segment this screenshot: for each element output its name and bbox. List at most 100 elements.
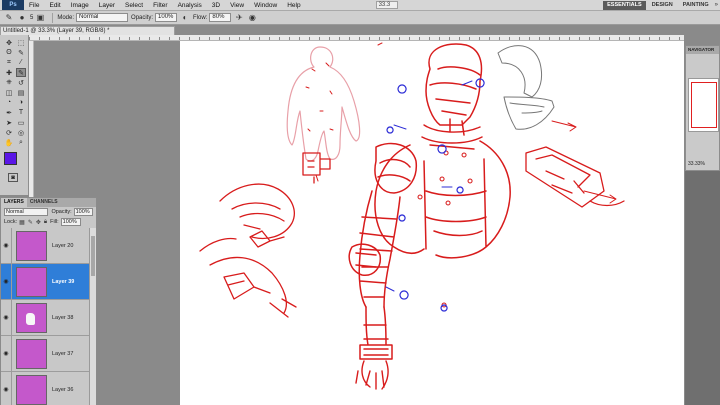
- pressure-size-icon[interactable]: ◉: [247, 13, 257, 23]
- layers-panel-tabs: LAYERS CHANNELS: [1, 198, 96, 207]
- airbrush-icon[interactable]: ✈: [234, 13, 244, 23]
- heal-icon[interactable]: ✚: [4, 68, 14, 77]
- flow-field[interactable]: 80%: [209, 13, 232, 22]
- visibility-eye-icon[interactable]: ◉: [1, 299, 12, 336]
- navigator-view-box[interactable]: [691, 82, 717, 128]
- hand-icon[interactable]: ✋: [4, 138, 14, 147]
- layer-name: Layer 38: [52, 314, 74, 321]
- eraser-icon[interactable]: ◫: [4, 88, 14, 97]
- blend-mode-select[interactable]: Normal: [4, 208, 49, 216]
- visibility-eye-icon[interactable]: ◉: [1, 371, 12, 405]
- quick-select-icon[interactable]: ✎: [16, 48, 26, 57]
- type-icon[interactable]: T: [16, 108, 26, 117]
- 3d-rotate-icon[interactable]: ⟳: [4, 128, 14, 137]
- path-select-icon[interactable]: ➤: [4, 118, 14, 127]
- menu-items: File Edit Image Layer Select Filter Analysis 3D…: [24, 2, 306, 9]
- armored-figure-hand: [355, 360, 389, 390]
- pressure-opacity-icon[interactable]: ◐: [180, 13, 190, 23]
- brush-panel-toggle-icon[interactable]: ▣: [35, 13, 45, 23]
- armored-figure-helmet: [425, 43, 483, 136]
- menu-edit[interactable]: Edit: [44, 2, 65, 9]
- layer-thumbnail: [16, 338, 47, 369]
- layers-scrollbar-thumb[interactable]: [91, 236, 95, 276]
- blur-icon[interactable]: ◔: [4, 98, 14, 107]
- layer-row[interactable]: ◉ Layer 37: [1, 335, 90, 372]
- quick-mask-icon[interactable]: ◙: [8, 173, 18, 182]
- fill-label: Fill:: [50, 219, 59, 225]
- menu-file[interactable]: File: [24, 2, 44, 9]
- tools-grid: ✥ ⬚ ʘ ✎ ⌗ ⁄ ✚ ✎ ⎈ ↺ ◫ ▤ ◔ ◑ ✒ T ➤ ▭ ⟳ ◎ ✋ ⌕: [0, 38, 28, 147]
- layer-name: Layer 20: [52, 242, 74, 249]
- layer-row[interactable]: ◉ Layer 38: [1, 299, 90, 336]
- document-tab[interactable]: Untitled-1 @ 33.3% (Layer 39, RGB/8) *: [0, 26, 175, 35]
- layer-row[interactable]: ◉ Layer 39: [1, 263, 90, 300]
- mode-select[interactable]: Normal: [76, 13, 129, 22]
- fill-field[interactable]: 100%: [60, 218, 81, 226]
- menu-view[interactable]: View: [225, 2, 249, 9]
- layer-thumbnail: [16, 266, 47, 297]
- armored-figure-collar: [421, 124, 483, 150]
- menu-help[interactable]: Help: [282, 2, 305, 9]
- pink-mannequin-sketch: [286, 46, 361, 162]
- tab-layers[interactable]: LAYERS: [1, 198, 27, 207]
- lock-all-icon[interactable]: 🔒︎: [44, 219, 47, 226]
- brush-size-dot-icon[interactable]: ●: [17, 13, 27, 23]
- gradient-icon[interactable]: ▤: [16, 88, 26, 97]
- workspace-design[interactable]: DESIGN: [648, 1, 677, 10]
- menu-filter[interactable]: Filter: [148, 2, 172, 9]
- workspace-painting[interactable]: PAINTING: [679, 1, 713, 10]
- brush-size-value: 5: [30, 14, 34, 21]
- menu-window[interactable]: Window: [249, 2, 282, 9]
- tab-channels[interactable]: CHANNELS: [27, 198, 61, 207]
- visibility-eye-icon[interactable]: ◉: [1, 228, 12, 264]
- dodge-icon[interactable]: ◑: [16, 98, 26, 107]
- navigator-zoom-value[interactable]: 33.33%: [688, 161, 705, 167]
- visibility-eye-icon[interactable]: ◉: [1, 335, 12, 372]
- menu-image[interactable]: Image: [66, 2, 94, 9]
- menu-analysis[interactable]: Analysis: [173, 2, 207, 9]
- menu-3d[interactable]: 3D: [207, 2, 225, 9]
- menu-layer[interactable]: Layer: [94, 2, 120, 9]
- opacity-label: Opacity:: [131, 14, 154, 21]
- marquee-icon[interactable]: ⬚: [16, 38, 26, 47]
- visibility-eye-icon[interactable]: ◉: [1, 263, 12, 300]
- blend-row: Normal Opacity: 100%: [1, 207, 96, 217]
- shape-icon[interactable]: ▭: [16, 118, 26, 127]
- navigator-preview[interactable]: [688, 78, 719, 132]
- lock-pixels-icon[interactable]: ✎: [28, 219, 33, 226]
- layer-row[interactable]: ◉ Layer 20: [1, 228, 90, 264]
- red-tick-marks: [315, 42, 383, 182]
- layers-panel: LAYERS CHANNELS Normal Opacity: 100% Loc…: [0, 197, 97, 405]
- layer-thumbnail: [16, 302, 47, 333]
- lasso-icon[interactable]: ʘ: [4, 48, 14, 57]
- layer-row[interactable]: ◉ Layer 36: [1, 371, 90, 405]
- joint-block-sketch: [302, 152, 331, 184]
- layer-list: ◉ Layer 20 ◉ Layer 39 ◉ Layer 38 ◉ Layer 37 ◉ Lay…: [1, 228, 90, 405]
- stamp-icon[interactable]: ⎈: [4, 78, 14, 87]
- right-panel-dock: [685, 171, 720, 405]
- lock-position-icon[interactable]: ✥: [36, 219, 41, 226]
- app-logo: Ps: [2, 0, 24, 10]
- document-canvas[interactable]: [180, 41, 684, 405]
- menu-select[interactable]: Select: [120, 2, 148, 9]
- layers-scrollbar[interactable]: [89, 228, 96, 405]
- history-brush-icon[interactable]: ↺: [16, 78, 26, 87]
- crop-icon[interactable]: ⌗: [4, 58, 14, 67]
- blue-annotation-arrows: [385, 80, 473, 292]
- pen-icon[interactable]: ✒: [4, 108, 14, 117]
- layer-opacity-field[interactable]: 100%: [73, 208, 93, 216]
- brush-icon[interactable]: ✎: [16, 68, 26, 77]
- eyedropper-icon[interactable]: ⁄: [16, 58, 26, 67]
- zoom-level-field[interactable]: 33.3: [375, 1, 398, 9]
- opacity-field[interactable]: 100%: [155, 13, 178, 22]
- mode-label: Mode:: [57, 14, 75, 21]
- foreground-color-swatch[interactable]: [4, 152, 17, 165]
- brush-preset-icon[interactable]: ✎: [4, 13, 14, 23]
- zoom-icon[interactable]: ⌕: [16, 138, 26, 147]
- more-workspaces-icon[interactable]: »: [715, 2, 718, 8]
- move-icon[interactable]: ✥: [4, 38, 14, 47]
- lock-transparent-icon[interactable]: ▦: [19, 219, 25, 226]
- 3d-orbit-icon[interactable]: ◎: [16, 128, 26, 137]
- layer-opacity-label: Opacity:: [51, 209, 72, 215]
- workspace-essentials[interactable]: ESSENTIALS: [603, 0, 646, 10]
